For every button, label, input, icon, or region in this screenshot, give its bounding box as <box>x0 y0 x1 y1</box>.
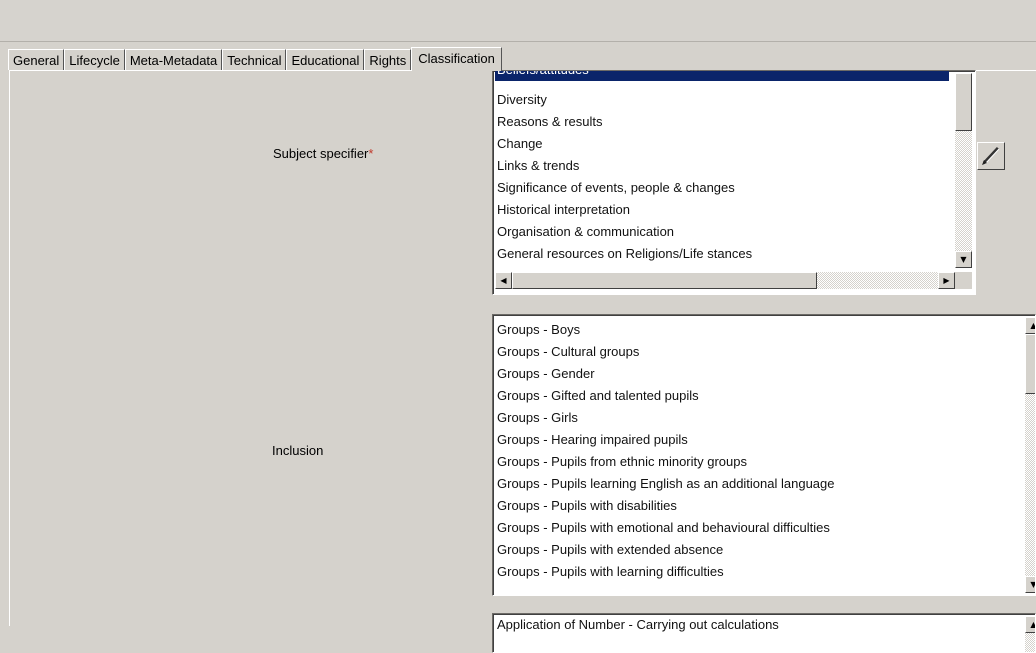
tab-classification[interactable]: Classification <box>411 47 502 71</box>
tab-rights[interactable]: Rights <box>364 49 412 70</box>
vertical-scrollbar[interactable]: ▼ <box>955 73 972 268</box>
list-item[interactable]: Groups - Gender <box>495 363 595 385</box>
scroll-up-button[interactable]: ▲ <box>1025 616 1035 633</box>
list-item[interactable]: Groups - Pupils with learning difficulti… <box>495 561 724 583</box>
horizontal-scrollbar[interactable]: ◀ ▶ <box>495 272 955 289</box>
scroll-down-button[interactable]: ▼ <box>1025 576 1035 593</box>
inclusion-listbox[interactable]: Groups - Boys Groups - Cultural groups G… <box>492 314 1036 596</box>
subject-specifier-label-text: Subject specifier <box>273 146 369 161</box>
scroll-left-button[interactable]: ◀ <box>495 272 512 289</box>
list-item[interactable]: Groups - Pupils learning English as an a… <box>495 473 835 495</box>
third-listbox[interactable]: Application of Number - Carrying out cal… <box>492 613 1036 653</box>
list-item[interactable]: Beliefs/attitudes <box>495 71 949 81</box>
edit-subject-button[interactable] <box>977 142 1005 170</box>
list-item[interactable]: Groups - Pupils from ethnic minority gro… <box>495 451 747 473</box>
list-item[interactable]: Historical interpretation <box>495 199 630 221</box>
vertical-scrollbar[interactable]: ▲ ▼ <box>1025 317 1035 593</box>
list-item[interactable]: Groups - Hearing impaired pupils <box>495 429 688 451</box>
list-item[interactable]: General resources on Religions/Life stan… <box>495 243 752 265</box>
list-item[interactable]: Groups - Cultural groups <box>495 341 639 363</box>
toolbar-area <box>0 0 1036 42</box>
pencil-icon <box>982 146 1000 165</box>
list-item[interactable]: Organisation & communication <box>495 221 674 243</box>
scrollbar-thumb[interactable] <box>1025 334 1035 394</box>
list-item[interactable]: Groups - Gifted and talented pupils <box>495 385 699 407</box>
scrollbar-corner <box>955 272 972 289</box>
scrollbar-thumb[interactable] <box>955 73 972 131</box>
list-item[interactable]: Groups - Pupils with emotional and behav… <box>495 517 830 539</box>
tab-lifecycle[interactable]: Lifecycle <box>64 49 125 70</box>
list-item[interactable]: Groups - Girls <box>495 407 578 429</box>
list-item[interactable]: Application of Number - Carrying out cal… <box>495 614 779 636</box>
scrollbar-thumb[interactable] <box>512 272 817 289</box>
tab-general[interactable]: General <box>8 49 65 70</box>
scroll-down-button[interactable]: ▼ <box>955 251 972 268</box>
tab-meta-metadata[interactable]: Meta-Metadata <box>124 49 223 70</box>
list-item[interactable]: Groups - Pupils with extended absence <box>495 539 723 561</box>
tab-educational[interactable]: Educational <box>286 49 365 70</box>
list-item[interactable]: Significance of events, people & changes <box>495 177 735 199</box>
list-item[interactable]: Groups - Pupils with disabilities <box>495 495 677 517</box>
required-marker: * <box>368 146 374 161</box>
tab-technical[interactable]: Technical <box>222 49 287 70</box>
list-item[interactable]: Change <box>495 133 543 155</box>
vertical-scrollbar[interactable]: ▲ <box>1025 616 1035 652</box>
list-item[interactable]: Reasons & results <box>495 111 603 133</box>
tab-strip: General Lifecycle Meta-Metadata Technica… <box>8 46 502 71</box>
scroll-right-button[interactable]: ▶ <box>938 272 955 289</box>
scroll-up-button[interactable]: ▲ <box>1025 317 1035 334</box>
list-item[interactable]: Diversity <box>495 89 547 111</box>
inclusion-label: Inclusion <box>272 443 324 458</box>
list-item[interactable]: Links & trends <box>495 155 579 177</box>
subject-specifier-listbox[interactable]: Beliefs/attitudes Diversity Reasons & re… <box>492 70 976 295</box>
subject-specifier-label: Subject specifier* <box>273 146 373 161</box>
toolbar-divider <box>0 41 1036 42</box>
list-item[interactable]: Groups - Boys <box>495 319 580 341</box>
